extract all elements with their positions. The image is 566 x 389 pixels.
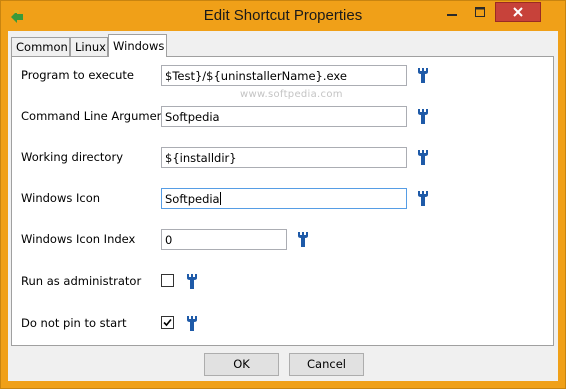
icon-row: Windows Icon Softpedia [21, 188, 541, 210]
program-label: Program to execute [21, 68, 134, 82]
run-admin-label: Run as administrator [21, 274, 142, 288]
wrench-icon[interactable] [416, 149, 430, 166]
title-bar[interactable]: Edit Shortcut Properties [1, 1, 565, 31]
maximize-button[interactable] [467, 2, 493, 22]
icon-input[interactable]: Softpedia [161, 188, 407, 209]
icon-index-input[interactable]: 0 [161, 229, 287, 250]
program-input[interactable]: $Test}/${uninstallerName}.exe [161, 65, 407, 86]
windows-tab-panel: www.softpedia.com Program to execute $Te… [11, 56, 554, 346]
text-caret [219, 192, 221, 205]
no-pin-row: Do not pin to start [21, 313, 541, 335]
minimize-button[interactable] [439, 2, 465, 22]
icon-label: Windows Icon [21, 191, 101, 205]
args-row: Command Line Argument Softpedia [21, 106, 541, 128]
run-admin-row: Run as administrator [21, 271, 541, 293]
no-pin-label: Do not pin to start [21, 316, 127, 330]
close-button[interactable] [495, 2, 541, 22]
wrench-icon[interactable] [416, 108, 430, 125]
checkmark-icon [163, 318, 172, 327]
wrench-icon[interactable] [185, 273, 199, 290]
dialog-window: Edit Shortcut Properties Common Linux Wi… [0, 0, 566, 389]
wrench-icon[interactable] [416, 190, 430, 207]
wrench-icon[interactable] [416, 67, 430, 84]
ok-button[interactable]: OK [204, 353, 279, 376]
wrench-icon[interactable] [185, 315, 199, 332]
tab-linux[interactable]: Linux [70, 37, 108, 56]
wrench-icon[interactable] [296, 231, 310, 248]
icon-index-row: Windows Icon Index 0 [21, 229, 541, 251]
run-admin-checkbox[interactable] [161, 274, 174, 287]
maximize-icon [475, 7, 485, 17]
icon-input-value: Softpedia [165, 192, 220, 206]
workdir-input[interactable]: ${installdir} [161, 147, 407, 168]
program-row: Program to execute $Test}/${uninstallerN… [21, 65, 541, 87]
tab-common[interactable]: Common [11, 37, 70, 56]
workdir-row: Working directory ${installdir} [21, 147, 541, 169]
minimize-icon [447, 14, 457, 16]
dialog-client: Common Linux Windows www.softpedia.com P… [8, 31, 558, 381]
args-input[interactable]: Softpedia [161, 106, 407, 127]
icon-index-label: Windows Icon Index [21, 232, 136, 246]
cancel-button[interactable]: Cancel [289, 353, 364, 376]
args-label: Command Line Argument [21, 109, 169, 123]
tab-windows[interactable]: Windows [108, 34, 167, 57]
workdir-label: Working directory [21, 150, 124, 164]
watermark: www.softpedia.com [240, 89, 343, 100]
no-pin-checkbox[interactable] [161, 316, 174, 329]
close-icon [513, 7, 523, 17]
